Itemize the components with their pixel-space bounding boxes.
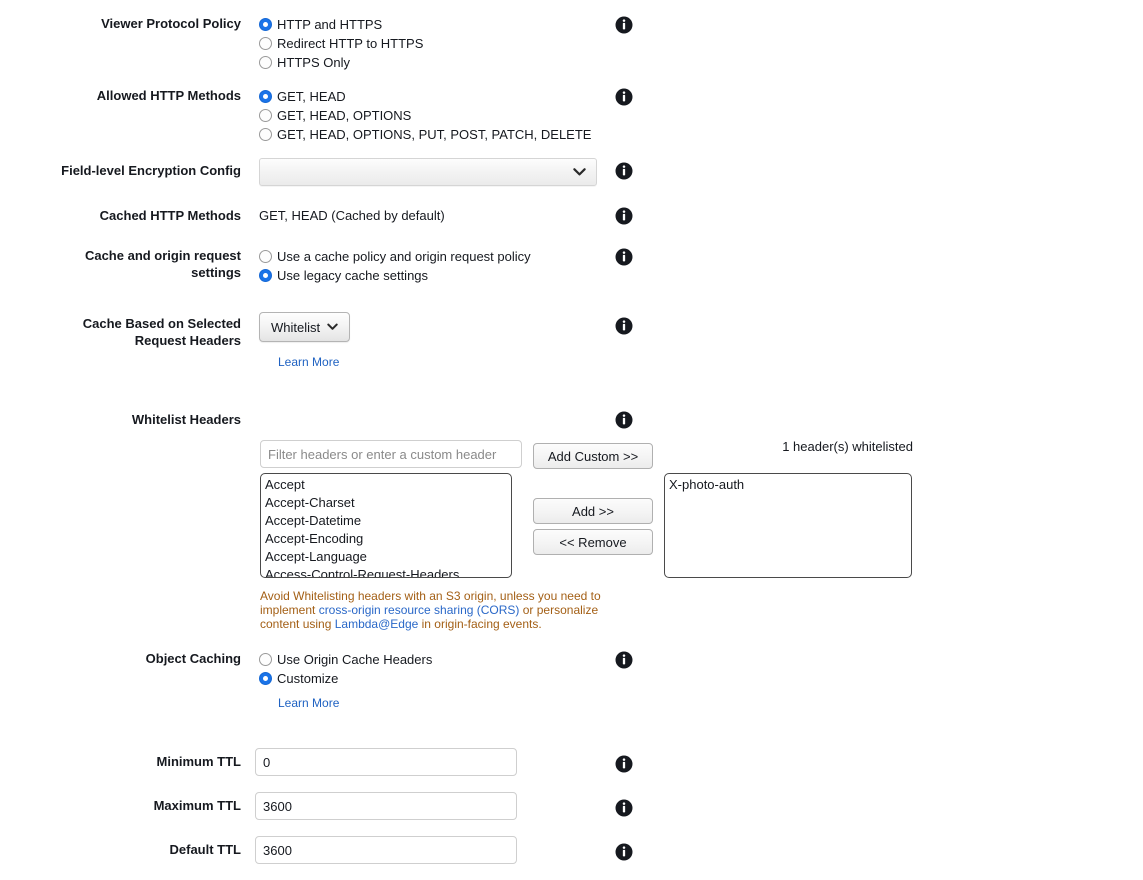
radio-option-get-head[interactable]: GET, HEAD — [259, 87, 591, 106]
info-icon[interactable] — [615, 755, 633, 773]
info-icon[interactable] — [615, 843, 633, 861]
learn-more-link-object-caching[interactable]: Learn More — [278, 696, 339, 710]
radio-option-get-head-options-put-post-patch-delete[interactable]: GET, HEAD, OPTIONS, PUT, POST, PATCH, DE… — [259, 125, 591, 144]
radio-label: Redirect HTTP to HTTPS — [277, 36, 424, 51]
label-default-ttl: Default TTL — [169, 842, 242, 857]
info-icon[interactable] — [615, 16, 633, 34]
radio-button[interactable] — [259, 18, 272, 31]
label-object-caching: Object Caching — [145, 651, 241, 666]
chevron-down-icon — [327, 323, 338, 331]
info-icon[interactable] — [615, 411, 633, 429]
radio-label: Use legacy cache settings — [277, 268, 429, 283]
radio-label: GET, HEAD, OPTIONS — [277, 108, 412, 123]
label-allowed-http-methods: Allowed HTTP Methods — [96, 88, 241, 103]
radio-label: HTTPS Only — [277, 55, 350, 70]
radio-option-use-origin-cache-headers[interactable]: Use Origin Cache Headers — [259, 650, 432, 669]
radio-option-https-only[interactable]: HTTPS Only — [259, 53, 423, 72]
radio-label: HTTP and HTTPS — [277, 17, 383, 32]
header-filter-input[interactable] — [260, 440, 522, 468]
list-item[interactable]: Accept — [261, 476, 511, 494]
radio-label: Use a cache policy and origin request po… — [277, 249, 531, 264]
info-icon[interactable] — [615, 248, 633, 266]
radio-option-use-cache-policy[interactable]: Use a cache policy and origin request po… — [259, 247, 531, 266]
radio-label: Use Origin Cache Headers — [277, 652, 433, 667]
label-line-2: Request Headers — [134, 333, 241, 348]
info-icon[interactable] — [615, 799, 633, 817]
list-item[interactable]: Accept-Language — [261, 548, 511, 566]
label-cache-based-on-selected-request-headers: Cache Based on Selected Request Headers — [0, 315, 241, 349]
radio-option-redirect-http-to-https[interactable]: Redirect HTTP to HTTPS — [259, 34, 423, 53]
label-line-1: Cache Based on Selected — [82, 316, 241, 331]
chevron-down-icon — [573, 165, 586, 180]
label-field-level-encryption-config: Field-level Encryption Config — [61, 163, 241, 178]
radio-button[interactable] — [259, 128, 272, 141]
whitelisted-headers-listbox[interactable]: X-photo-auth — [664, 473, 912, 578]
radio-button[interactable] — [259, 250, 272, 263]
radio-button[interactable] — [259, 269, 272, 282]
lambda-edge-link[interactable]: Lambda@Edge — [335, 617, 419, 631]
radio-option-get-head-options[interactable]: GET, HEAD, OPTIONS — [259, 106, 591, 125]
info-icon[interactable] — [615, 88, 633, 106]
label-viewer-protocol-policy: Viewer Protocol Policy — [101, 16, 241, 31]
info-icon[interactable] — [615, 317, 633, 335]
cors-link[interactable]: cross-origin resource sharing (CORS) — [319, 603, 520, 617]
cached-http-methods-value: GET, HEAD (Cached by default) — [259, 207, 445, 224]
cache-based-headers-controls: Whitelist Learn More — [259, 312, 351, 369]
radio-button[interactable] — [259, 653, 272, 666]
radio-label: GET, HEAD, OPTIONS, PUT, POST, PATCH, DE… — [277, 127, 592, 142]
list-item[interactable]: Access-Control-Request-Headers — [261, 566, 511, 577]
label-minimum-ttl: Minimum TTL — [156, 754, 242, 769]
label-line-1: Cache and origin request — [84, 248, 241, 263]
dropdown-label: Whitelist — [271, 319, 321, 335]
radio-button[interactable] — [259, 37, 272, 50]
radio-label: Customize — [277, 671, 339, 686]
radio-button[interactable] — [259, 56, 272, 69]
radio-button[interactable] — [259, 90, 272, 103]
radio-option-http-and-https[interactable]: HTTP and HTTPS — [259, 15, 423, 34]
remove-header-button[interactable]: << Remove — [533, 529, 653, 555]
default-ttl-input[interactable] — [255, 836, 517, 864]
label-line-2: settings — [191, 265, 241, 280]
field-level-encryption-select-wrap — [259, 158, 597, 186]
available-headers-listbox[interactable]: Accept Accept-Charset Accept-Datetime Ac… — [260, 473, 512, 578]
minimum-ttl-input[interactable] — [255, 748, 517, 776]
radio-option-customize[interactable]: Customize — [259, 669, 432, 688]
list-item[interactable]: Accept-Datetime — [261, 512, 511, 530]
list-item[interactable]: Accept-Charset — [261, 494, 511, 512]
warning-text-part-3: in origin-facing events. — [418, 617, 542, 631]
maximum-ttl-input[interactable] — [255, 792, 517, 820]
whitelist-warning-note: Avoid Whitelisting headers with an S3 or… — [260, 589, 606, 631]
object-caching-radio-group: Use Origin Cache Headers Customize Learn… — [259, 650, 432, 710]
viewer-protocol-policy-radio-group: HTTP and HTTPS Redirect HTTP to HTTPS HT… — [259, 15, 423, 72]
field-level-encryption-select[interactable] — [259, 158, 597, 186]
label-cache-and-origin-request-settings: Cache and origin request settings — [0, 247, 241, 281]
learn-more-link-cache-headers[interactable]: Learn More — [278, 355, 339, 369]
allowed-http-methods-radio-group: GET, HEAD GET, HEAD, OPTIONS GET, HEAD, … — [259, 87, 591, 144]
radio-button[interactable] — [259, 672, 272, 685]
list-item[interactable]: X-photo-auth — [665, 476, 911, 494]
radio-button[interactable] — [259, 109, 272, 122]
static-value-text: GET, HEAD (Cached by default) — [259, 208, 445, 223]
label-maximum-ttl: Maximum TTL — [153, 798, 241, 813]
add-custom-button[interactable]: Add Custom >> — [533, 443, 653, 469]
radio-option-use-legacy-cache-settings[interactable]: Use legacy cache settings — [259, 266, 531, 285]
whitelist-dropdown-button[interactable]: Whitelist — [259, 312, 351, 342]
info-icon[interactable] — [615, 651, 633, 669]
list-item[interactable]: Accept-Encoding — [261, 530, 511, 548]
cache-origin-request-radio-group: Use a cache policy and origin request po… — [259, 247, 531, 285]
label-whitelist-headers: Whitelist Headers — [131, 412, 241, 427]
add-header-button[interactable]: Add >> — [533, 498, 653, 524]
label-cached-http-methods: Cached HTTP Methods — [99, 208, 241, 223]
radio-label: GET, HEAD — [277, 89, 346, 104]
info-icon[interactable] — [615, 162, 633, 180]
whitelisted-count-text: 1 header(s) whitelisted — [782, 439, 913, 454]
info-icon[interactable] — [615, 207, 633, 225]
